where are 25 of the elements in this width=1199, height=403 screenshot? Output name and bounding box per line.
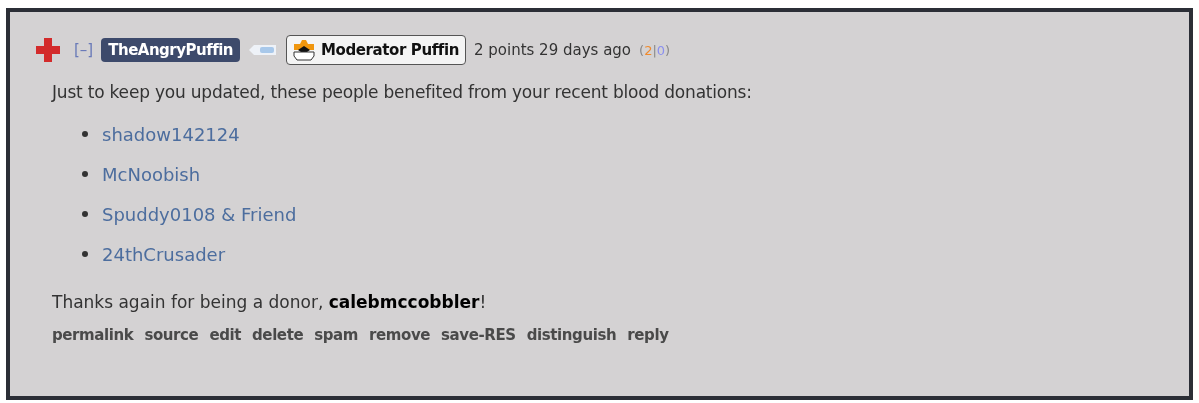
action-link[interactable]: delete [252,326,304,344]
comment-text: Thanks again for being a donor, calebmccobbler! [52,292,488,312]
action-link[interactable]: remove [369,326,431,344]
puffin-icon [291,38,318,62]
user-link[interactable]: McNoobish [102,163,201,185]
bullet-icon [82,251,88,257]
user-flair: Moderator Puffin [286,35,466,65]
bullet-icon [82,131,88,137]
vote-tally: (2|0) [639,42,671,58]
action-link[interactable]: edit [209,326,241,344]
comment-text: Just to keep you updated, these people benefited from your recent blood donations: [52,82,753,102]
action-link[interactable]: reply [627,326,669,344]
action-link[interactable]: source [144,326,199,344]
action-link[interactable]: save-RES [441,326,516,344]
user-link[interactable]: 24thCrusader [102,243,226,265]
action-link[interactable]: spam [314,326,358,344]
user-link[interactable]: Spuddy0108 & Friend [102,203,297,225]
plus-icon[interactable] [36,38,60,62]
bullet-icon [82,211,88,217]
username-link[interactable]: TheAngryPuffin [101,38,241,62]
action-link[interactable]: permalink [52,326,134,344]
user-link[interactable]: shadow142124 [102,123,240,145]
bullet-icon [82,171,88,177]
action-link[interactable]: distinguish [526,326,617,344]
score-and-age: 2 points 29 days ago [473,41,632,59]
